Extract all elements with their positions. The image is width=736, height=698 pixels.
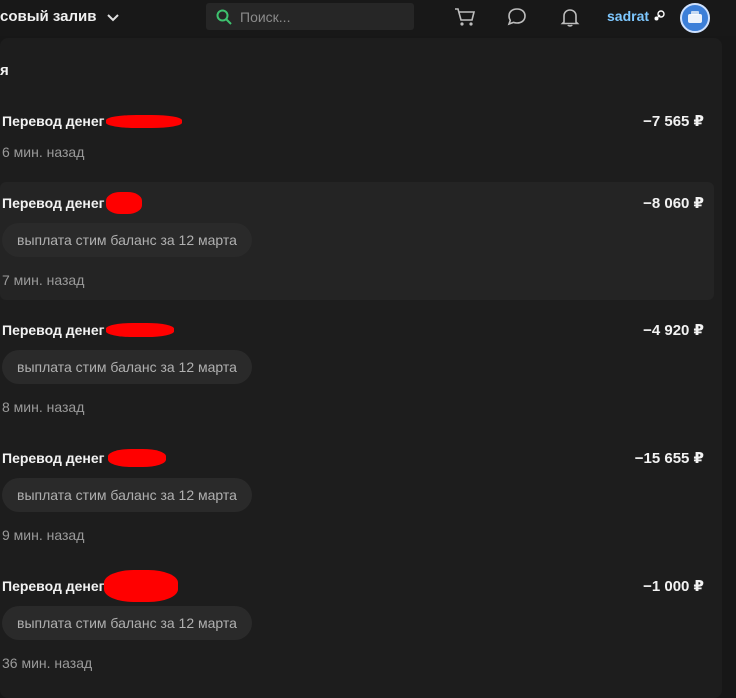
transaction-row[interactable]: Перевод денег −15 655 ₽ выплата стим бал…: [0, 437, 714, 555]
panel-title: я: [0, 62, 9, 79]
transaction-row[interactable]: Перевод денег −7 565 ₽ 6 мин. назад: [0, 100, 714, 176]
transaction-amount: −15 655 ₽: [634, 450, 704, 467]
search-icon: [216, 9, 232, 25]
transaction-comment: выплата стим баланс за 12 марта: [2, 223, 252, 257]
transaction-row[interactable]: Перевод денег −4 920 ₽ выплата стим бала…: [0, 309, 714, 427]
transaction-comment: выплата стим баланс за 12 марта: [2, 606, 252, 640]
redaction-mark: [106, 323, 174, 337]
transaction-row[interactable]: Перевод денег −8 060 ₽ выплата стим бала…: [0, 182, 714, 300]
chevron-down-icon: [106, 13, 119, 21]
avatar[interactable]: [680, 3, 710, 33]
transaction-comment: выплата стим баланс за 12 марта: [2, 478, 252, 512]
transaction-title: Перевод денег: [2, 322, 105, 338]
transaction-row[interactable]: Перевод денег −1 000 ₽ выплата стим бала…: [0, 565, 714, 683]
cart-icon[interactable]: [453, 5, 477, 29]
transaction-time: 36 мин. назад: [2, 655, 93, 671]
redaction-mark: [106, 192, 142, 214]
transaction-time: 6 мин. назад: [2, 144, 85, 160]
top-bar: совый залив Поиск... sadrat: [0, 0, 736, 36]
transaction-amount: −4 920 ₽: [643, 322, 704, 339]
redaction-mark: [108, 449, 166, 467]
search-input[interactable]: Поиск...: [206, 3, 414, 30]
bell-icon[interactable]: [558, 5, 582, 29]
transaction-title: Перевод денег: [2, 113, 105, 129]
search-placeholder: Поиск...: [240, 8, 291, 25]
redaction-mark: [104, 570, 178, 602]
chat-icon[interactable]: [505, 5, 529, 29]
transaction-title: Перевод денег: [2, 578, 105, 594]
transaction-amount: −1 000 ₽: [643, 578, 704, 595]
transaction-amount: −7 565 ₽: [643, 113, 704, 130]
brand-menu[interactable]: совый залив: [0, 8, 121, 25]
transaction-time: 9 мин. назад: [2, 527, 85, 543]
transaction-time: 7 мин. назад: [2, 272, 85, 288]
transaction-amount: −8 060 ₽: [643, 195, 704, 212]
transaction-title: Перевод денег: [2, 195, 105, 211]
steam-icon: [654, 10, 665, 21]
username: sadrat: [607, 8, 650, 24]
transaction-comment: выплата стим баланс за 12 марта: [2, 350, 252, 384]
transaction-title: Перевод денег: [2, 450, 105, 466]
redaction-mark: [106, 115, 182, 128]
user-menu[interactable]: sadrat: [607, 8, 665, 24]
transaction-time: 8 мин. назад: [2, 399, 85, 415]
brand-title: совый залив: [0, 8, 97, 25]
